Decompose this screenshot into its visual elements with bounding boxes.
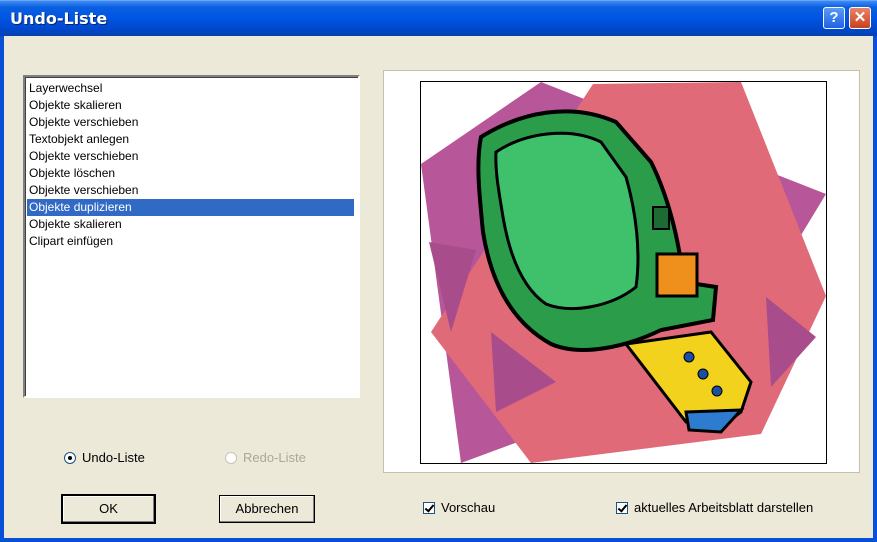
- preview-checkbox-label: Vorschau: [441, 500, 496, 515]
- window-frame-bottom: [0, 538, 877, 542]
- help-button[interactable]: ?: [823, 7, 845, 29]
- undo-list-radio-label: Undo-Liste: [82, 450, 145, 465]
- close-button[interactable]: ✕: [849, 7, 871, 29]
- list-item[interactable]: Clipart einfügen: [27, 233, 354, 250]
- checkbox-checked-icon: [616, 501, 628, 514]
- list-item-selected[interactable]: Objekte duplizieren: [27, 199, 354, 216]
- current-sheet-checkbox-label: aktuelles Arbeitsblatt darstellen: [634, 500, 814, 515]
- help-icon: ?: [829, 9, 839, 26]
- preview-checkbox[interactable]: Vorschau: [423, 500, 495, 515]
- preview-frame: [420, 81, 827, 464]
- radio-checked-icon: [64, 451, 76, 464]
- redo-list-radio-label: Redo-Liste: [243, 450, 306, 465]
- window-frame-left: [0, 36, 4, 542]
- cancel-button[interactable]: Abbrechen: [219, 495, 315, 523]
- list-item[interactable]: Textobjekt anlegen: [27, 131, 354, 148]
- ok-button[interactable]: OK: [61, 494, 156, 524]
- tape-measure-icon: [421, 82, 826, 463]
- list-item[interactable]: Objekte löschen: [27, 165, 354, 182]
- close-icon: ✕: [853, 9, 867, 26]
- radio-unchecked-icon: [225, 451, 237, 464]
- preview-panel: [383, 70, 860, 473]
- list-item[interactable]: Layerwechsel: [27, 80, 354, 97]
- undo-list-radio[interactable]: Undo-Liste: [64, 450, 145, 465]
- window-frame-right: [873, 36, 877, 542]
- list-item[interactable]: Objekte verschieben: [27, 182, 354, 199]
- list-item[interactable]: Objekte verschieben: [27, 148, 354, 165]
- checkbox-checked-icon: [423, 501, 435, 514]
- list-item[interactable]: Objekte verschieben: [27, 114, 354, 131]
- redo-list-radio: Redo-Liste: [225, 450, 306, 465]
- undo-list: Layerwechsel Objekte skalieren Objekte v…: [25, 77, 358, 250]
- current-sheet-checkbox[interactable]: aktuelles Arbeitsblatt darstellen: [616, 500, 813, 515]
- window-title: Undo-Liste: [10, 9, 108, 28]
- list-item[interactable]: Objekte skalieren: [27, 216, 354, 233]
- list-item[interactable]: Objekte skalieren: [27, 97, 354, 114]
- undo-listbox[interactable]: Layerwechsel Objekte skalieren Objekte v…: [23, 75, 360, 398]
- title-bar: Undo-Liste ? ✕: [0, 0, 877, 36]
